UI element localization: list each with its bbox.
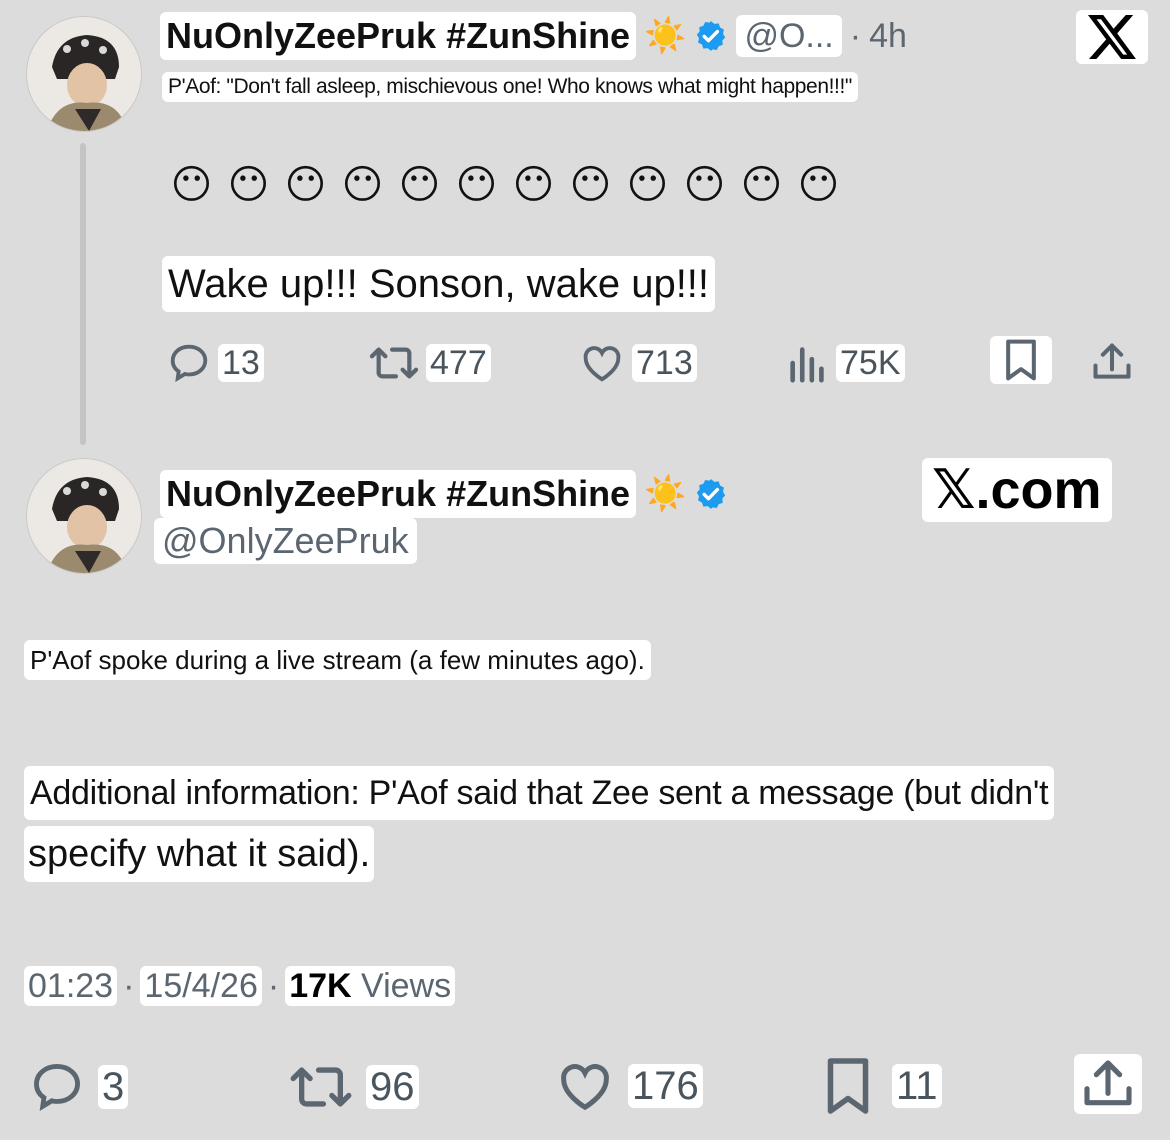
tweet-body-line: P'Aof spoke during a live stream (a few … xyxy=(24,640,651,680)
neutral-face-emoji: 😶 xyxy=(284,163,327,207)
separator: · xyxy=(123,966,135,1005)
bookmark-count: 11 xyxy=(892,1064,942,1108)
emoji-row: 😶 😶 😶 😶 😶 😶 😶 😶 😶 😶 😶 😶 xyxy=(163,162,847,208)
tweet1-header: NuOnlyZeePruk #ZunShine ☀️ @O... · 4h xyxy=(160,12,907,60)
views-count: 17K xyxy=(289,967,352,1005)
like-count: 713 xyxy=(632,344,697,382)
neutral-face-emoji: 😶 xyxy=(455,163,498,207)
bookmark-icon xyxy=(822,1056,874,1116)
like-icon xyxy=(578,340,626,386)
quote-text: P'Aof: "Don't fall asleep, mischievous o… xyxy=(162,72,858,102)
site-label: 𝕏.com xyxy=(922,458,1112,522)
like-icon xyxy=(554,1056,616,1116)
thread-connector xyxy=(80,143,86,445)
views-label: Views xyxy=(361,967,452,1005)
neutral-face-emoji: 😶 xyxy=(227,163,270,207)
like-button[interactable]: 713 xyxy=(578,340,697,386)
share-icon xyxy=(1080,1056,1136,1112)
tweet-body-line: specify what it said). xyxy=(24,826,375,882)
separator: · xyxy=(849,16,862,55)
verified-badge-icon xyxy=(694,19,728,53)
like-count: 176 xyxy=(628,1064,703,1108)
sun-emoji: ☀️ xyxy=(644,475,687,513)
avatar[interactable] xyxy=(26,458,142,574)
neutral-face-emoji: 😶 xyxy=(341,163,384,207)
tweet-time[interactable]: 01:23 xyxy=(24,966,118,1006)
neutral-face-emoji: 😶 xyxy=(683,163,726,207)
neutral-face-emoji: 😶 xyxy=(797,163,840,207)
tweet-text: Wake up!!! Sonson, wake up!!! xyxy=(162,256,716,312)
bookmark-button[interactable]: 11 xyxy=(822,1056,942,1116)
bookmark-icon xyxy=(1001,338,1041,382)
neutral-face-emoji: 😶 xyxy=(626,163,669,207)
neutral-face-emoji: 😶 xyxy=(740,163,783,207)
neutral-face-emoji: 😶 xyxy=(569,163,612,207)
share-icon xyxy=(1090,340,1134,384)
sun-emoji: ☀️ xyxy=(644,17,687,55)
display-name[interactable]: NuOnlyZeePruk #ZunShine xyxy=(160,470,637,518)
share-button[interactable] xyxy=(1086,338,1138,386)
reply-icon xyxy=(166,340,212,386)
tweet-date[interactable]: 15/4/26 xyxy=(140,966,262,1006)
tweet-meta: 01:23 · 15/4/26 · 17K Views xyxy=(24,966,456,1006)
display-name[interactable]: NuOnlyZeePruk #ZunShine xyxy=(160,12,637,60)
repost-icon xyxy=(288,1058,354,1116)
verified-badge-icon xyxy=(694,477,728,511)
x-logo-icon xyxy=(1076,10,1148,64)
like-button[interactable]: 176 xyxy=(554,1056,703,1116)
handle[interactable]: @OnlyZeePruk xyxy=(154,518,417,564)
share-button[interactable] xyxy=(1074,1054,1142,1114)
separator: · xyxy=(267,966,280,1005)
reply-button[interactable]: 3 xyxy=(28,1058,129,1116)
views-summary[interactable]: 17K Views xyxy=(285,966,456,1006)
repost-icon xyxy=(368,340,420,386)
timestamp[interactable]: 4h xyxy=(869,17,907,56)
avatar[interactable] xyxy=(26,16,142,132)
handle[interactable]: @O... xyxy=(736,15,842,57)
repost-count: 96 xyxy=(366,1065,419,1109)
reply-count: 3 xyxy=(98,1065,129,1109)
views-icon xyxy=(786,340,830,386)
tweet2-header: NuOnlyZeePruk #ZunShine ☀️ xyxy=(160,470,728,518)
views-count: 75K xyxy=(836,344,905,382)
reply-count: 13 xyxy=(218,344,264,382)
views-button[interactable]: 75K xyxy=(786,340,905,386)
reply-button[interactable]: 13 xyxy=(166,340,264,386)
bookmark-button[interactable] xyxy=(990,336,1052,384)
repost-button[interactable]: 477 xyxy=(368,340,491,386)
tweet-body-line: Additional information: P'Aof said that … xyxy=(24,766,1055,820)
neutral-face-emoji: 😶 xyxy=(512,163,555,207)
repost-count: 477 xyxy=(426,344,491,382)
neutral-face-emoji: 😶 xyxy=(170,163,213,207)
repost-button[interactable]: 96 xyxy=(288,1058,419,1116)
neutral-face-emoji: 😶 xyxy=(398,163,441,207)
reply-icon xyxy=(28,1058,86,1116)
